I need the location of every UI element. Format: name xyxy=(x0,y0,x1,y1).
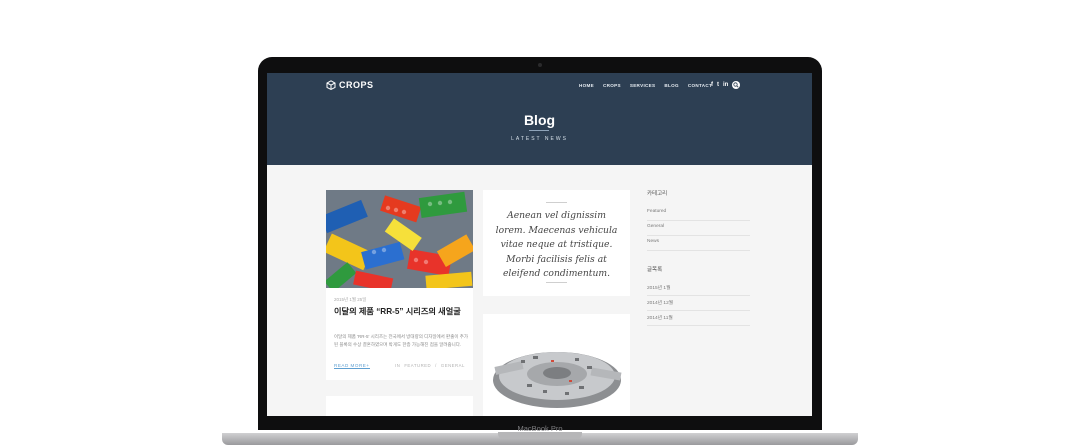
category-label: News xyxy=(647,239,659,244)
archive-heading: 글목록 xyxy=(647,267,663,273)
quote-card: Aenean vel dignissim lorem. Maecenas veh… xyxy=(483,190,630,296)
main-nav: HOME CROPS SERVICES BLOG CONTACT xyxy=(579,83,712,88)
nav-services[interactable]: SERVICES xyxy=(630,83,656,88)
categories-heading: 카테고리 xyxy=(647,191,668,197)
nav-crops[interactable]: CROPS xyxy=(603,83,621,88)
nav-contact[interactable]: CONTACT xyxy=(688,83,712,88)
page-subtitle: LATEST NEWS xyxy=(511,136,568,142)
twitter-icon[interactable]: t xyxy=(717,82,719,88)
category-news[interactable]: News xyxy=(647,236,750,251)
archive-2014-12[interactable]: 2014년 12월 xyxy=(647,296,750,311)
archive-label: 2015년 1월 xyxy=(647,286,671,291)
nav-blog[interactable]: BLOG xyxy=(664,83,678,88)
facebook-icon[interactable]: f xyxy=(711,82,713,88)
tags-prefix: IN xyxy=(395,363,401,368)
post-card-next xyxy=(326,396,473,416)
search-icon[interactable] xyxy=(732,81,741,89)
category-featured[interactable]: Featured xyxy=(647,206,750,221)
tag-separator: / xyxy=(435,363,437,368)
logo-text: CROPS xyxy=(339,80,374,90)
read-more-link[interactable]: READ MORE+ xyxy=(334,363,370,369)
archive-label: 2014년 11월 xyxy=(647,316,673,321)
post-card: 2015년 1월 25일 이달의 제품 “RR-5” 시리즈의 새얼굴 이달의 … xyxy=(326,190,473,380)
archive-2015-01[interactable]: 2015년 1월 xyxy=(647,281,750,296)
cube-logo-icon xyxy=(326,80,336,90)
hero-banner: CROPS HOME CROPS SERVICES BLOG CONTACT f… xyxy=(267,73,812,165)
post-tags: IN FEATURED / GENERAL xyxy=(395,363,465,368)
post-excerpt: 이달의 제품 'RR-5' 시리즈는 전국에서 방대량의 디자일에서 판출이 추… xyxy=(334,334,468,347)
archive-label: 2014년 12월 xyxy=(647,301,674,306)
title-divider xyxy=(529,130,549,131)
category-label: Featured xyxy=(647,209,667,214)
linkedin-icon[interactable]: in xyxy=(723,82,728,88)
tag-featured[interactable]: FEATURED xyxy=(404,363,431,368)
category-general[interactable]: General xyxy=(647,221,750,236)
screen: CROPS HOME CROPS SERVICES BLOG CONTACT f… xyxy=(267,73,812,416)
nav-home[interactable]: HOME xyxy=(579,83,594,88)
image-post-card xyxy=(483,314,630,416)
quote-rule-top xyxy=(546,202,567,203)
archive-2014-11[interactable]: 2014년 11월 xyxy=(647,311,750,326)
social-links: f t in xyxy=(711,81,741,89)
laptop-notch xyxy=(498,432,582,439)
tag-general[interactable]: GENERAL xyxy=(441,363,465,368)
post-date: 2015년 1월 25일 xyxy=(334,297,367,302)
category-label: General xyxy=(647,224,665,229)
quote-rule-bottom xyxy=(546,282,567,283)
quote-text: Aenean vel dignissim lorem. Maecenas veh… xyxy=(495,210,618,279)
page-title: Blog xyxy=(523,112,556,128)
spaceship-model-image[interactable] xyxy=(483,314,630,416)
camera xyxy=(538,63,542,67)
lego-bricks-image[interactable] xyxy=(326,190,473,288)
post-title[interactable]: 이달의 제품 “RR-5” 시리즈의 새얼굴 xyxy=(334,306,468,318)
site-logo[interactable]: CROPS xyxy=(326,80,374,90)
